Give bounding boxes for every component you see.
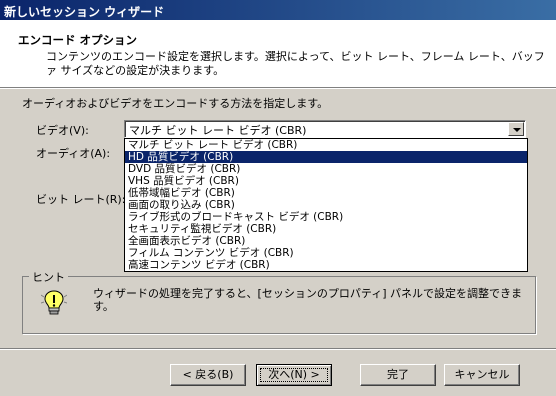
video-dropdown-list[interactable]: マルチ ビット レート ビデオ (CBR) HD 品質ビデオ (CBR) DVD… [124, 138, 528, 272]
next-button[interactable]: 次へ(N) > [256, 364, 332, 386]
dropdown-item[interactable]: 画面の取り込み (CBR) [125, 199, 527, 211]
video-combobox[interactable]: マルチ ビット レート ビデオ (CBR) [124, 120, 526, 138]
hint-group: ヒント ウィザードの処理を完了すると、[セッションのプロパティ] パネルで設定を… [22, 269, 536, 334]
hint-legend: ヒント [29, 269, 68, 285]
hint-text: ウィザードの処理を完了すると、[セッションのプロパティ] パネルで設定を調整でき… [93, 287, 522, 313]
chevron-down-icon[interactable] [508, 122, 524, 136]
dropdown-item-selected[interactable]: HD 品質ビデオ (CBR) [125, 151, 527, 163]
header-divider [0, 88, 556, 89]
dropdown-item[interactable]: マルチ ビット レート ビデオ (CBR) [125, 139, 527, 151]
button-separator [0, 348, 556, 350]
dropdown-item[interactable]: VHS 品質ビデオ (CBR) [125, 175, 527, 187]
dropdown-item[interactable]: 低帯域幅ビデオ (CBR) [125, 187, 527, 199]
dropdown-item[interactable]: セキュリティ監視ビデオ (CBR) [125, 223, 527, 235]
wizard-header: エンコード オプション コンテンツのエンコード設定を選択します。選択によって、ビ… [0, 20, 556, 88]
cancel-button[interactable]: キャンセル [444, 364, 520, 386]
lightbulb-icon [40, 289, 68, 317]
dropdown-item[interactable]: 全画面表示ビデオ (CBR) [125, 235, 527, 247]
video-label: ビデオ(V): [36, 124, 89, 137]
audio-label: オーディオ(A): [36, 147, 111, 160]
instruction-text: オーディオおよびビデオをエンコードする方法を指定します。 [22, 97, 329, 110]
header-title: エンコード オプション [18, 33, 138, 47]
dropdown-item[interactable]: ライブ形式のブロードキャスト ビデオ (CBR) [125, 211, 527, 223]
header-description: コンテンツのエンコード設定を選択します。選択によって、ビット レート、フレーム … [46, 50, 545, 77]
dropdown-item[interactable]: DVD 品質ビデオ (CBR) [125, 163, 527, 175]
video-combobox-value: マルチ ビット レート ビデオ (CBR) [129, 124, 307, 137]
dropdown-item[interactable]: 高速コンテンツ ビデオ (CBR) [125, 259, 527, 271]
bitrate-label: ビット レート(R): [36, 193, 126, 206]
finish-button[interactable]: 完了 [360, 364, 436, 386]
back-button[interactable]: < 戻る(B) [170, 364, 246, 386]
focus-rect [260, 368, 328, 382]
dropdown-item[interactable]: フィルム コンテンツ ビデオ (CBR) [125, 247, 527, 259]
window-title: 新しいセッション ウィザード [0, 0, 556, 20]
